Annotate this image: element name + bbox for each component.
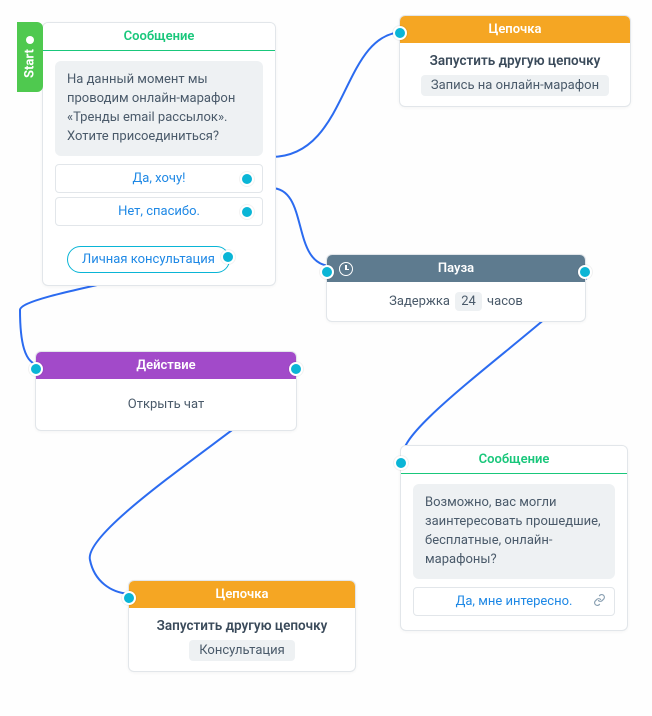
option-label: Да, мне интересно. (456, 594, 573, 609)
start-dot-icon (26, 36, 34, 44)
consult-pill[interactable]: Личная консультация (67, 246, 230, 273)
output-port-icon[interactable] (240, 172, 254, 186)
chain-title: Запустить другую цепочку (412, 53, 618, 69)
node-header: Цепочка (400, 16, 630, 43)
node-header: Сообщение (43, 23, 275, 51)
start-label: Start (23, 50, 38, 79)
node-message-1[interactable]: Start Сообщение На данный момент мы пров… (42, 22, 276, 286)
chain-value: Консультация (189, 640, 294, 661)
input-port-icon[interactable] (393, 26, 407, 40)
output-port-icon[interactable] (221, 250, 235, 264)
delay-value: 24 (455, 292, 482, 311)
node-message-2[interactable]: Сообщение Возможно, вас могли заинтересо… (400, 445, 628, 631)
node-header: Сообщение (401, 446, 627, 474)
node-pause[interactable]: Пауза Задержка 24 часов (326, 254, 586, 322)
start-badge: Start (17, 22, 43, 92)
link-icon (593, 593, 606, 610)
message-text: Возможно, вас могли заинтересовать проше… (413, 484, 615, 579)
option-no[interactable]: Нет, спасибо. (55, 197, 263, 226)
delay-prefix: Задержка (389, 294, 450, 309)
node-action[interactable]: Действие Открыть чат (35, 351, 297, 431)
delay-suffix: часов (487, 294, 523, 309)
input-port-icon[interactable] (29, 362, 43, 376)
option-yes[interactable]: Да, хочу! (55, 164, 263, 193)
output-port-icon[interactable] (289, 362, 303, 376)
pause-header-label: Пауза (438, 261, 474, 276)
message-text: На данный момент мы проводим онлайн-мара… (55, 61, 263, 156)
node-header: Цепочка (129, 581, 355, 608)
option-interested[interactable]: Да, мне интересно. (413, 587, 615, 616)
option-label: Да, хочу! (133, 171, 186, 186)
output-port-icon[interactable] (578, 265, 592, 279)
chain-value: Запись на онлайн-марафон (421, 75, 609, 96)
input-port-icon[interactable] (320, 265, 334, 279)
clock-icon (339, 262, 353, 276)
chain-title: Запустить другую цепочку (141, 618, 343, 634)
node-header: Действие (36, 352, 296, 379)
action-text: Открыть чат (128, 397, 204, 412)
input-port-icon[interactable] (394, 456, 408, 470)
node-header: Пауза (327, 255, 585, 282)
option-label: Нет, спасибо. (118, 204, 200, 219)
node-chain-1[interactable]: Цепочка Запустить другую цепочку Запись … (399, 15, 631, 107)
node-chain-2[interactable]: Цепочка Запустить другую цепочку Консуль… (128, 580, 356, 672)
output-port-icon[interactable] (240, 205, 254, 219)
input-port-icon[interactable] (122, 591, 136, 605)
